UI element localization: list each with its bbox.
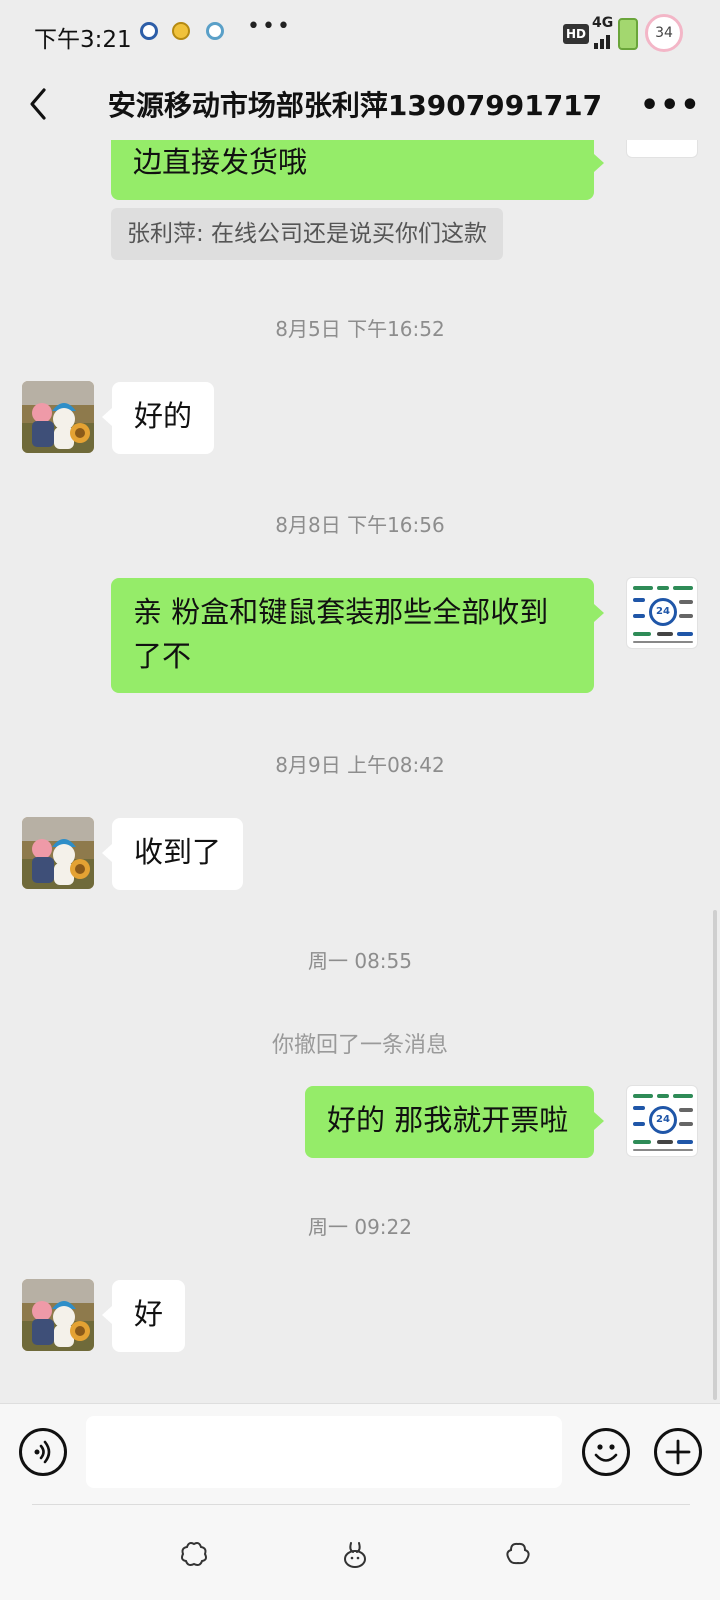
my-avatar[interactable]: 24 (626, 1085, 698, 1157)
message-timestamp: 8月5日 下午16:52 (275, 317, 445, 341)
message-bubble-incoming[interactable]: 收到了 (101, 818, 244, 890)
battery-icon (618, 18, 638, 50)
hd-icon: HD (563, 24, 590, 44)
message-list[interactable]: 边直接发货哦 张利萍: 在线公司还是说买你们这款 8月5日 下午16:52 好的… (0, 140, 720, 1403)
contact-avatar[interactable] (22, 817, 94, 889)
scrollbar[interactable] (713, 910, 717, 1400)
contact-avatar[interactable] (22, 1279, 94, 1351)
app-notification-icon (172, 22, 190, 40)
chat-title[interactable]: 安源移动市场部张利萍13907991717 (80, 84, 630, 124)
message-timestamp: 8月8日 下午16:56 (275, 513, 445, 537)
message-timestamp: 周一 09:22 (308, 1215, 412, 1239)
message-bubble-incoming[interactable]: 好 (101, 1280, 186, 1352)
plus-icon[interactable] (654, 1428, 702, 1476)
emoji-icon[interactable] (582, 1428, 630, 1476)
message-input[interactable] (86, 1416, 562, 1488)
flower-icon[interactable] (503, 1539, 533, 1569)
my-avatar[interactable]: 24 (626, 577, 698, 649)
voice-input-icon[interactable] (19, 1428, 67, 1476)
chevron-left-icon[interactable] (20, 82, 60, 126)
app-notification-icon (140, 22, 158, 40)
bunny-icon[interactable] (340, 1539, 370, 1569)
my-avatar[interactable] (626, 140, 698, 158)
network-type-label: 4G (592, 15, 614, 31)
message-bubble-outgoing[interactable]: 亲 粉盒和键鼠套装那些全部收到了不 (111, 578, 604, 693)
chat-header: 安源移动市场部张利萍13907991717 ••• (0, 68, 720, 140)
status-time: 下午3:21 (34, 27, 132, 53)
message-timestamp: 周一 08:55 (308, 949, 412, 973)
message-bubble-incoming[interactable]: 好的 (101, 382, 215, 454)
recall-notice: 你撤回了一条消息 (271, 1033, 448, 1058)
input-bar (0, 1403, 720, 1600)
more-notifications-icon: ••• (247, 14, 292, 39)
more-dots-icon[interactable]: ••• (640, 88, 701, 123)
app-notification-icon (206, 22, 224, 40)
flower-icon[interactable] (179, 1539, 209, 1569)
message-timestamp: 8月9日 上午08:42 (275, 753, 445, 777)
message-bubble-outgoing[interactable]: 好的 那我就开票啦 (305, 1086, 604, 1158)
signal-icon (594, 33, 616, 49)
quoted-message[interactable]: 张利萍: 在线公司还是说买你们这款 (111, 208, 504, 260)
status-bar: 下午3:21 ••• HD 4G 34 (0, 0, 720, 68)
input-divider (32, 1504, 690, 1505)
message-bubble-outgoing[interactable]: 边直接发货哦 (111, 140, 604, 200)
contact-avatar[interactable] (22, 381, 94, 453)
notification-count-badge: 34 (645, 14, 683, 52)
